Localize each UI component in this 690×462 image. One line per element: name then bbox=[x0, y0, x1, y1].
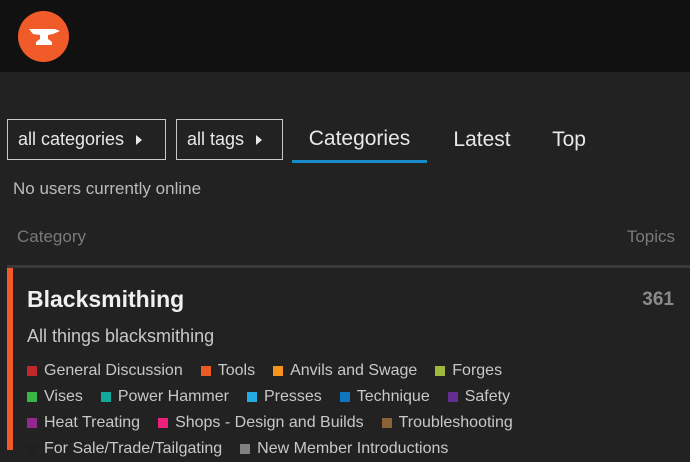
site-header bbox=[0, 0, 690, 72]
subcategory-link[interactable]: Technique bbox=[339, 388, 430, 406]
subcategory-link[interactable]: Safety bbox=[447, 388, 511, 406]
categories-dropdown-label: all categories bbox=[18, 129, 125, 149]
column-header-topics: Topics bbox=[626, 227, 675, 246]
subcategory-label: Shops - Design and Builds bbox=[175, 414, 364, 431]
subcategory-label: Vises bbox=[44, 388, 83, 405]
tags-dropdown[interactable]: all tags bbox=[176, 119, 283, 160]
subcategory-color-swatch bbox=[240, 444, 251, 454]
tab-top[interactable]: Top bbox=[540, 118, 598, 162]
site-logo[interactable] bbox=[18, 11, 69, 62]
subcategory-color-swatch bbox=[435, 366, 446, 376]
subcategory-link[interactable]: For Sale/Trade/Tailgating bbox=[27, 440, 222, 458]
subcategory-label: Presses bbox=[263, 388, 322, 405]
tab-label: Latest bbox=[453, 128, 511, 151]
category-topic-count: 361 bbox=[642, 289, 674, 310]
subcategory-label: Technique bbox=[356, 388, 430, 405]
subcategory-color-swatch bbox=[273, 366, 284, 376]
subcategory-label: Power Hammer bbox=[117, 388, 229, 405]
subcategory-color-swatch bbox=[27, 444, 37, 454]
subcategory-color-swatch bbox=[339, 392, 350, 402]
subcategory-label: Forges bbox=[452, 362, 503, 379]
subcategory-link[interactable]: General Discussion bbox=[27, 362, 183, 380]
caret-right-icon bbox=[256, 134, 263, 145]
subcategory-color-swatch bbox=[200, 366, 211, 376]
categories-dropdown[interactable]: all categories bbox=[7, 119, 166, 160]
subcategory-color-swatch bbox=[27, 392, 37, 402]
subcategory-link[interactable]: Forges bbox=[435, 362, 502, 380]
tab-label: Top bbox=[552, 128, 586, 151]
subcategory-label: For Sale/Trade/Tailgating bbox=[44, 440, 223, 457]
subcategory-label: New Member Introductions bbox=[257, 440, 449, 457]
subcategory-link[interactable]: Presses bbox=[246, 388, 322, 406]
category-description: All things blacksmithing bbox=[27, 326, 215, 346]
subcategory-link[interactable]: Power Hammer bbox=[100, 388, 229, 406]
subcategory-link[interactable]: Troubleshooting bbox=[381, 414, 513, 432]
subcategory-link[interactable]: Tools bbox=[200, 362, 256, 380]
subcategory-link[interactable]: New Member Introductions bbox=[240, 440, 448, 458]
subcategory-link[interactable]: Anvils and Swage bbox=[273, 362, 417, 380]
tab-categories[interactable]: Categories bbox=[292, 118, 427, 163]
subcategory-link[interactable]: Vises bbox=[27, 388, 83, 406]
subcategory-color-swatch bbox=[27, 366, 37, 376]
subcategory-label: Troubleshooting bbox=[398, 414, 513, 431]
tab-label: Categories bbox=[308, 127, 411, 150]
subcategory-list: General Discussion Tools Anvils and Swag… bbox=[27, 358, 667, 462]
category-title-link[interactable]: Blacksmithing bbox=[27, 286, 184, 313]
subcategory-link[interactable]: Heat Treating bbox=[27, 414, 140, 432]
subcategory-color-swatch bbox=[447, 392, 458, 402]
subcategory-label: Safety bbox=[464, 388, 511, 405]
anvil-icon bbox=[28, 28, 60, 45]
subcategory-color-swatch bbox=[381, 418, 392, 428]
subcategory-label: General Discussion bbox=[44, 362, 183, 379]
column-header-category: Category bbox=[17, 227, 86, 246]
online-status-text: No users currently online bbox=[13, 179, 202, 198]
subcategory-color-swatch bbox=[100, 392, 111, 402]
navigation-bar: all categories all tags Categories Lates… bbox=[0, 118, 690, 164]
subcategory-link[interactable]: Shops - Design and Builds bbox=[158, 414, 364, 432]
tags-dropdown-label: all tags bbox=[187, 129, 245, 149]
subcategory-color-swatch bbox=[27, 418, 37, 428]
subcategory-label: Anvils and Swage bbox=[290, 362, 418, 379]
subcategory-label: Heat Treating bbox=[44, 414, 141, 431]
caret-right-icon bbox=[136, 134, 143, 145]
subcategory-label: Tools bbox=[217, 362, 256, 379]
tab-latest[interactable]: Latest bbox=[440, 118, 524, 162]
subcategory-color-swatch bbox=[158, 418, 169, 428]
subcategory-color-swatch bbox=[246, 392, 257, 402]
